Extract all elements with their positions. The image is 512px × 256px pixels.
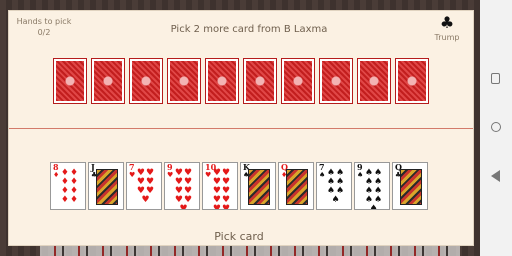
card-pips: ♠♠♠♠♠♠♠ (326, 168, 346, 205)
opponent-card-back[interactable] (206, 59, 238, 103)
hand-card[interactable]: 7 ♥ ♥♥♥♥♥♥♥ (126, 162, 162, 210)
hands-to-pick: Hands to pick 0/2 (9, 16, 79, 38)
pick-card-label: Pick card (214, 230, 264, 243)
divider (9, 128, 473, 129)
card-pips: ♥♥♥♥♥♥♥♥♥ (174, 168, 194, 210)
hand-card[interactable]: 7 ♠ ♠♠♠♠♠♠♠ (316, 162, 352, 210)
hand-card[interactable]: 9 ♠ ♠♠♠♠♠♠♠♠♠ (354, 162, 390, 210)
hand-card[interactable]: 9 ♥ ♥♥♥♥♥♥♥♥♥ (164, 162, 200, 210)
pick-card-dialog: Hands to pick 0/2 Pick 2 more card from … (8, 10, 474, 246)
card-pips: ♥♥♥♥♥♥♥ (136, 168, 156, 205)
face-card-art (286, 169, 308, 205)
hand-card[interactable]: Q ♦ (278, 162, 314, 210)
hand-card[interactable]: J ♣ (88, 162, 124, 210)
opponent-card-back[interactable] (54, 59, 86, 103)
opponent-card-back[interactable] (282, 59, 314, 103)
opponent-card-back[interactable] (320, 59, 352, 103)
trump-label: Trump (434, 33, 460, 42)
card-pips: ♦♦♦♦♦♦♦♦ (60, 168, 80, 205)
club-icon: ♣ (439, 13, 455, 32)
opponent-card-back[interactable] (358, 59, 390, 103)
hands-label: Hands to pick (16, 17, 72, 26)
opponent-card-back[interactable] (130, 59, 162, 103)
face-card-art (400, 169, 422, 205)
hand-card[interactable]: 8 ♦ ♦♦♦♦♦♦♦♦ (50, 162, 86, 210)
face-card-art (96, 169, 118, 205)
face-card-art (248, 169, 270, 205)
hand-card[interactable]: Q ♣ (392, 162, 428, 210)
opponent-card-back[interactable] (396, 59, 428, 103)
home-button[interactable] (491, 122, 501, 132)
hand-card[interactable]: 10 ♥ ♥♥♥♥♥♥♥♥♥♥ (202, 162, 238, 210)
other-hands-strip (40, 246, 460, 256)
instruction-message: Pick 2 more card from B Laxma (170, 24, 328, 35)
hands-value: 0/2 (37, 28, 51, 37)
system-nav-bar (480, 0, 512, 256)
card-pips: ♠♠♠♠♠♠♠♠♠ (364, 168, 384, 210)
opponent-card-back[interactable] (168, 59, 200, 103)
back-button[interactable] (491, 170, 500, 182)
recents-button[interactable] (491, 73, 500, 84)
card-pips: ♥♥♥♥♥♥♥♥♥♥ (212, 168, 232, 210)
opponent-card-back[interactable] (244, 59, 276, 103)
trump-indicator: ♣ Trump (427, 13, 467, 42)
hand-card[interactable]: K ♠ (240, 162, 276, 210)
opponent-card-back[interactable] (92, 59, 124, 103)
